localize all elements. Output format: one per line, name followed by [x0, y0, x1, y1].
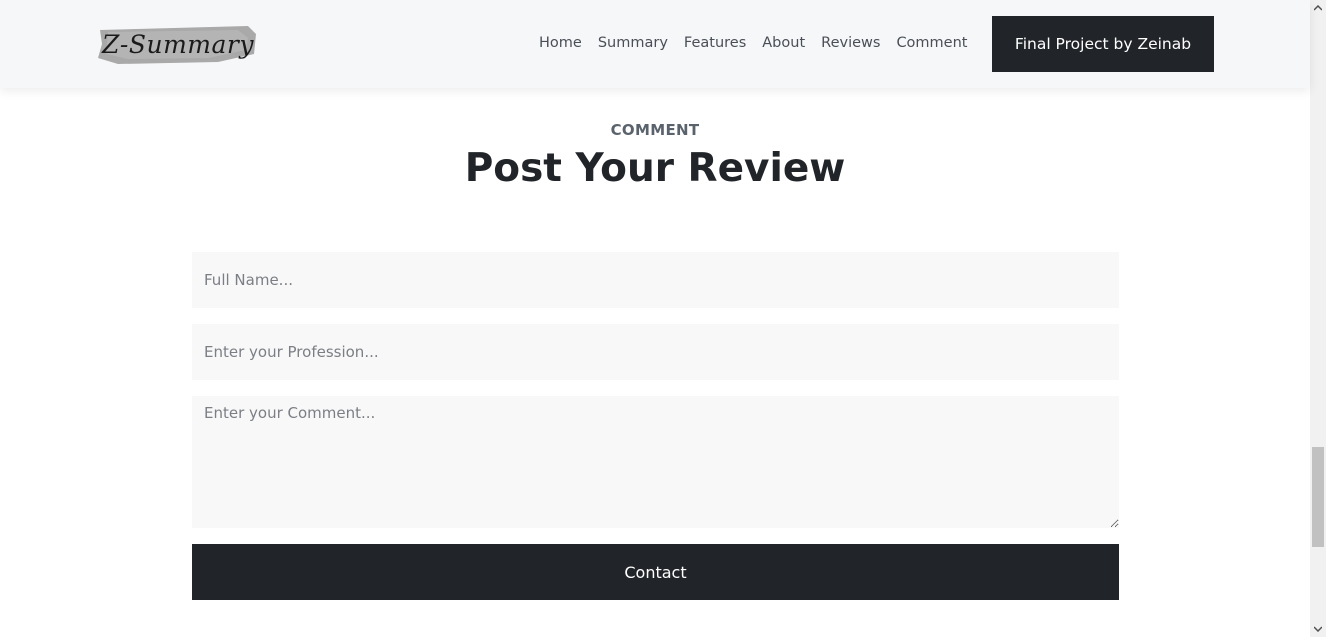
- section-title: Post Your Review: [464, 146, 846, 191]
- section-eyebrow: COMMENT: [610, 121, 700, 139]
- chevron-down-icon[interactable]: [1310, 621, 1326, 637]
- chevron-up-icon[interactable]: [1310, 0, 1326, 16]
- nav-reviews[interactable]: Reviews: [813, 33, 888, 55]
- profession-input[interactable]: [192, 324, 1119, 380]
- full-name-input[interactable]: [192, 252, 1119, 308]
- site-header: Z-Summary Home Summary Features About Re…: [0, 0, 1310, 88]
- comment-textarea[interactable]: [192, 396, 1119, 528]
- nav-about[interactable]: About: [754, 33, 813, 55]
- nav-home[interactable]: Home: [531, 33, 590, 55]
- nav-features[interactable]: Features: [676, 33, 754, 55]
- nav-summary[interactable]: Summary: [590, 33, 676, 55]
- vertical-scrollbar[interactable]: [1310, 0, 1326, 637]
- logo[interactable]: Z-Summary: [98, 24, 258, 64]
- nav-comment[interactable]: Comment: [888, 33, 975, 55]
- final-project-button[interactable]: Final Project by Zeinab: [992, 16, 1214, 72]
- scrollbar-thumb[interactable]: [1312, 447, 1324, 547]
- main-nav: Home Summary Features About Reviews Comm…: [531, 33, 975, 55]
- logo-text: Z-Summary: [102, 29, 254, 59]
- page: Z-Summary Home Summary Features About Re…: [0, 0, 1326, 637]
- contact-submit-button[interactable]: Contact: [192, 544, 1119, 600]
